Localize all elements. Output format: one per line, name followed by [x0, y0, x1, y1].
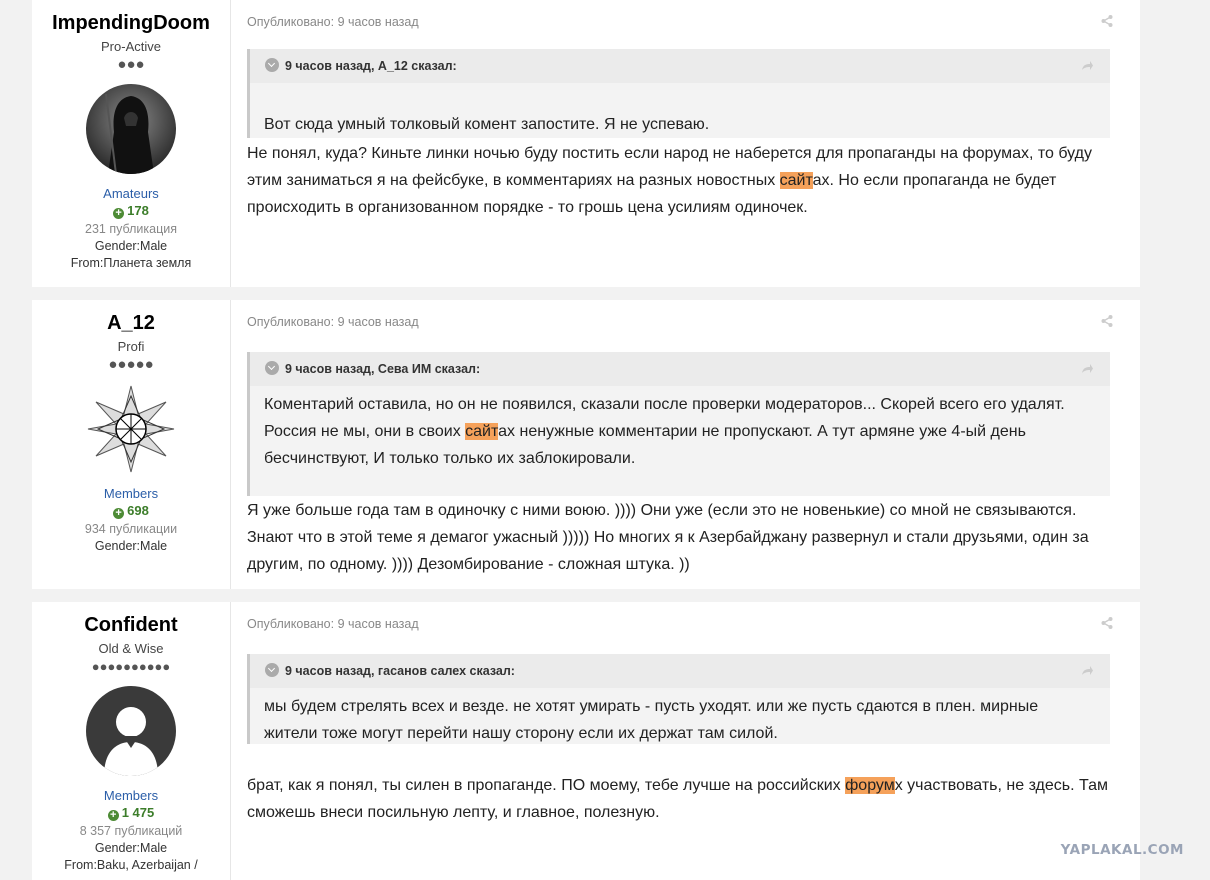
grim-reaper-avatar[interactable]	[86, 84, 176, 174]
share-icon[interactable]	[1100, 616, 1114, 630]
post-date[interactable]: Опубликовано: 9 часов назад	[247, 15, 419, 29]
post-text: брат, как я понял, ты силен в пропаганде…	[247, 777, 1108, 821]
author-panel: Confident Old & Wise ●●●●●●●●●● Members …	[32, 602, 231, 880]
star-mandala-avatar[interactable]	[86, 384, 176, 474]
collapse-toggle-icon[interactable]	[265, 663, 279, 677]
post-text: Не понял, куда? Киньте линки ночью буду …	[247, 145, 1092, 216]
quote-block: 9 часов назад, Сева ИМ сказал: Коментари…	[247, 352, 1110, 496]
member-group[interactable]: Members	[32, 788, 230, 803]
author-panel: ImpendingDoom Pro-Active ●●● Amateurs +1…	[32, 0, 231, 287]
gender: Gender:Male	[94, 239, 168, 253]
reputation: +698	[32, 503, 230, 519]
post-3: Confident Old & Wise ●●●●●●●●●● Members …	[32, 602, 1140, 880]
collapse-toggle-icon[interactable]	[265, 58, 279, 72]
search-highlight: сайт	[465, 423, 499, 440]
plus-icon: +	[107, 810, 119, 821]
author-name[interactable]: A_12	[32, 312, 230, 335]
post-count: 231 публикация	[85, 222, 177, 236]
post-count: 934 публикации	[84, 522, 178, 536]
post-date[interactable]: Опубликовано: 9 часов назад	[247, 315, 419, 329]
default-user-avatar[interactable]	[86, 686, 176, 776]
post-text: Я уже больше года там в одиночку с ними …	[247, 502, 1089, 573]
rank-pips: ●●●	[117, 56, 145, 73]
goto-quote-icon[interactable]	[1080, 59, 1094, 73]
quote-body: мы будем стрелять всех и везде. не хотят…	[264, 698, 1039, 742]
plus-icon: +	[113, 508, 125, 519]
author-rank: Pro-Active	[101, 39, 161, 54]
rank-pips: ●●●●●●●●●●	[91, 659, 171, 674]
post-date[interactable]: Опубликовано: 9 часов назад	[247, 617, 419, 631]
author-name[interactable]: Confident	[32, 614, 230, 637]
collapse-toggle-icon[interactable]	[265, 361, 279, 375]
quote-header[interactable]: 9 часов назад, гасанов салех сказал:	[250, 654, 1110, 688]
gender: Gender:Male	[94, 539, 168, 553]
rank-pips: ●●●●●	[108, 356, 154, 373]
goto-quote-icon[interactable]	[1080, 664, 1094, 678]
site-watermark: YAPLAKAL.COM	[1060, 842, 1184, 858]
share-icon[interactable]	[1100, 314, 1114, 328]
author-name[interactable]: ImpendingDoom	[32, 12, 230, 35]
search-highlight: сайт	[779, 172, 813, 189]
quote-header[interactable]: 9 часов назад, A_12 сказал:	[250, 49, 1110, 83]
location: From:Планета земля	[70, 256, 192, 270]
reputation: +178	[32, 203, 230, 219]
search-highlight: форум	[845, 777, 895, 794]
post-content: Опубликовано: 9 часов назад 9 часов наза…	[231, 300, 1140, 589]
quote-block: 9 часов назад, A_12 сказал: Вот сюда умн…	[247, 49, 1110, 138]
share-icon[interactable]	[1100, 14, 1114, 28]
author-rank: Profi	[117, 339, 145, 354]
quote-body: Вот сюда умный толковый комент запостите…	[264, 116, 710, 133]
post-content: Опубликовано: 9 часов назад 9 часов наза…	[231, 602, 1140, 880]
quote-block: 9 часов назад, гасанов салех сказал: мы …	[247, 654, 1110, 744]
location: From:Baku, Azerbaijan /	[64, 858, 198, 872]
quote-body: Коментарий оставила, но он не появился, …	[264, 396, 1065, 467]
post-count: 8 357 публикаций	[79, 824, 183, 838]
author-panel: A_12 Profi ●●●●● Members +698 934 публик	[32, 300, 231, 589]
member-group[interactable]: Members	[32, 486, 230, 501]
author-rank: Old & Wise	[98, 641, 164, 656]
member-group[interactable]: Amateurs	[32, 186, 230, 201]
gender: Gender:Male	[94, 841, 168, 855]
goto-quote-icon[interactable]	[1080, 362, 1094, 376]
post-content: Опубликовано: 9 часов назад 9 часов наза…	[231, 0, 1140, 287]
plus-icon: +	[113, 208, 125, 219]
quote-header[interactable]: 9 часов назад, Сева ИМ сказал:	[250, 352, 1110, 386]
post-2: A_12 Profi ●●●●● Members +698 934 публик	[32, 300, 1140, 589]
post-1: ImpendingDoom Pro-Active ●●● Amateurs +1…	[32, 0, 1140, 287]
reputation: +1 475	[32, 805, 230, 821]
